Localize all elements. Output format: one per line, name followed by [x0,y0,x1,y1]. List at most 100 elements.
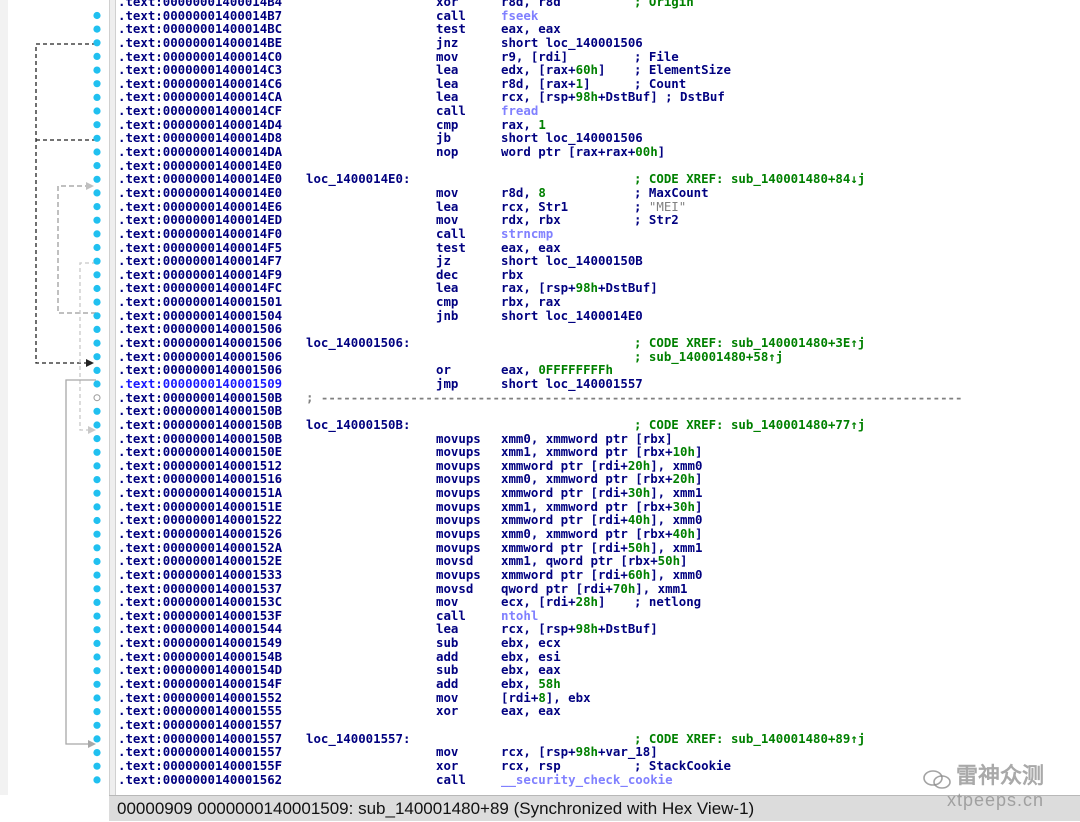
operands[interactable]: __security_check_cookie [501,772,673,787]
breakpoint-dot[interactable] [93,530,101,538]
breakpoint-dot[interactable] [93,39,101,47]
breakpoint-dot[interactable] [93,462,101,470]
listing-line[interactable]: .text:0000000140001552 mov [rdi+8], ebx [116,690,1080,705]
line-address[interactable]: .text:00000001400014B7 [118,8,282,23]
line-address[interactable]: .text:0000000140001557 [118,731,282,746]
operands[interactable]: short loc_140001506 [501,36,643,50]
operands[interactable]: short loc_140001557 [501,377,643,391]
line-address[interactable]: .text:00000001400014C3 [118,63,282,77]
listing-line[interactable]: .text:000000014000154D sub ebx, eax [116,663,1080,677]
listing-line[interactable]: .text:00000001400014F5 test eax, eax [116,240,1080,255]
line-address[interactable]: .text:0000000140001549 [118,636,282,650]
operands[interactable]: eax, 0FFFFFFFFh [501,363,613,377]
operands[interactable]: rbx, rax [501,295,561,309]
breakpoint-dot[interactable] [93,598,101,607]
breakpoint-dot[interactable] [93,52,101,61]
line-address[interactable]: .text:00000001400014F5 [118,240,282,255]
line-address[interactable]: .text:00000001400014DA [118,145,282,159]
operands[interactable]: rcx, [rsp+98h+DstBuf] ; DstBuf [501,90,725,104]
listing-line[interactable]: .text:000000014000152A movups xmmword ptr … [116,540,1080,555]
operands[interactable]: ebx, esi [501,649,561,664]
listing-line[interactable]: .text:00000001400014F7 jz short loc_140001… [116,254,1080,268]
listing-line[interactable]: .text:00000001400014C3 lea edx, [rax+60h];… [116,63,1080,77]
breakpoint-dot[interactable] [93,407,101,415]
code-label[interactable]: loc_140001557: [306,731,410,746]
line-address[interactable]: .text:000000014000154D [118,663,282,677]
line-address[interactable]: .text:0000000140001506 [118,363,282,377]
breakpoint-dot[interactable] [93,230,101,238]
breakpoint-dot[interactable] [93,776,101,784]
listing-line[interactable]: .text:00000001400014FC lea rax, [rsp+98h+D… [116,281,1080,295]
listing-line[interactable]: .text:0000000140001509 jmp short loc_14000… [116,377,1080,391]
listing-line[interactable]: .text:0000000140001512 movups xmmword ptr … [116,458,1080,473]
operands[interactable]: rcx, Str1 [501,199,568,214]
breakpoint-dot[interactable] [93,557,101,566]
listing-line[interactable]: .text:000000014000154B add ebx, esi [116,649,1080,664]
function-ref[interactable]: __security_check_cookie [501,772,673,787]
listing-line[interactable]: .text:000000014000151E movups xmm1, xmmwor… [116,499,1080,514]
listing-line[interactable]: .text:00000001400014E0 [116,159,1080,173]
line-address[interactable]: .text:0000000140001555 [118,704,282,718]
breakpoint-dot[interactable] [93,134,101,142]
listing-line[interactable]: .text:0000000140001555 xor eax, eax [116,704,1080,718]
operands[interactable]: short loc_1400014E0 [501,308,643,323]
listing-line[interactable]: .text:0000000140001557 loc_140001557: ; CO… [116,731,1080,746]
operands[interactable]: ebx, ecx [501,636,561,650]
breakpoint-dot[interactable] [93,435,101,443]
operands[interactable]: rcx, [rsp+98h+DstBuf] [501,622,658,636]
operands[interactable]: [rdi+8], ebx [501,690,591,705]
breakpoint-dot[interactable] [93,503,101,511]
listing-line[interactable]: .text:000000014000150B loc_14000150B: ; CO… [116,418,1080,432]
line-address[interactable]: .text:0000000140001557 [118,745,282,759]
listing-line[interactable]: .text:00000001400014F9 dec rbx [116,267,1080,282]
listing-line[interactable]: .text:000000014000153F call ntohl [116,609,1080,623]
breakpoint-dot[interactable] [93,639,101,648]
line-address[interactable]: .text:0000000140001533 [118,568,282,582]
line-address[interactable]: .text:00000001400014F0 [118,227,282,241]
operands[interactable]: xmm1, xmmword ptr [rbx+10h] [501,445,702,459]
listing-line[interactable]: .text:00000001400014ED mov rdx, rbx ; Str2 [116,213,1080,227]
breakpoint-dot[interactable] [93,284,101,293]
line-address[interactable]: .text:0000000140001562 [118,772,282,787]
operands[interactable]: rax, 1 [501,117,546,132]
listing-line[interactable]: .text:0000000140001537 movsd qword ptr [rd… [116,581,1080,596]
operands[interactable]: xmm0, xmmword ptr [rbx+40h] [501,527,702,541]
line-address[interactable]: .text:000000014000150B [118,431,282,446]
line-address[interactable]: .text:00000001400014C0 [118,49,282,64]
breakpoint-dot[interactable] [93,585,101,593]
line-address[interactable]: .text:000000014000153C [118,595,282,609]
breakpoint-dot[interactable] [93,271,101,279]
listing-line[interactable]: .text:000000014000150B ; ----------------… [116,390,1080,405]
breakpoint-dot[interactable] [93,721,101,729]
operands[interactable]: short loc_140001506 [501,131,643,145]
listing-line[interactable]: .text:000000014000154F add ebx, 58h [116,677,1080,691]
breakpoint-dot[interactable] [93,694,101,702]
breakpoint-dot[interactable] [93,80,101,88]
line-address[interactable]: .text:000000014000150E [118,445,282,459]
operands[interactable]: r8d, [rax+1] [501,77,591,91]
line-address[interactable]: .text:000000014000150B [118,390,282,405]
operands[interactable]: edx, [rax+60h] [501,63,605,77]
breakpoint-dot[interactable] [93,653,101,661]
operands[interactable]: xmm0, xmmword ptr [rbx+20h] [501,472,702,486]
operands[interactable]: xmmword ptr [rdi+40h], xmm0 [501,513,702,527]
line-address[interactable]: .text:00000001400014E0 [118,172,282,186]
breakpoint-dot[interactable] [93,708,101,716]
operands[interactable]: rdx, rbx [501,213,561,227]
breakpoint-dots[interactable] [93,11,101,784]
line-address[interactable]: .text:0000000140001552 [118,691,282,705]
line-address[interactable]: .text:0000000140001504 [118,309,282,323]
listing-line[interactable]: .text:00000001400014E0 mov r8d, 8 ; MaxCoun… [116,186,1080,200]
breakpoint-dot[interactable] [93,162,101,170]
line-address[interactable]: .text:0000000140001544 [118,622,282,636]
operands[interactable]: eax, eax [501,240,561,255]
line-address[interactable]: .text:000000014000154B [118,650,282,664]
breakpoint-dot[interactable] [93,175,101,183]
breakpoint-dot[interactable] [93,762,101,770]
listing-line[interactable]: .text:0000000140001516 movups xmm0, xmmwor… [116,472,1080,486]
breakpoint-dot[interactable] [93,189,101,197]
listing-line[interactable]: .text:000000014000150B [116,404,1080,418]
line-address[interactable]: .text:00000001400014BE [118,36,282,50]
operands[interactable]: xmm0, xmmword ptr [rbx] [501,431,673,446]
breakpoint-dot[interactable] [93,749,101,757]
